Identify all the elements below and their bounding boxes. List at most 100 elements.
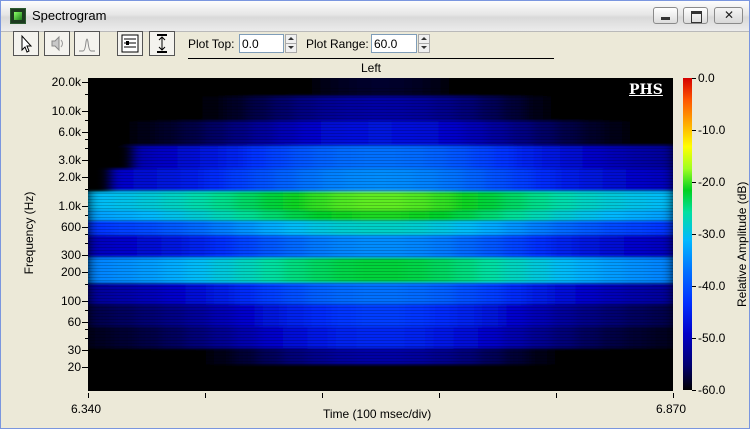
texture-streak — [88, 229, 673, 230]
texture-streak — [88, 220, 673, 221]
heatmap-cell — [624, 348, 650, 365]
heatmap-cell — [526, 348, 553, 365]
heatmap-cell — [88, 191, 114, 211]
heatmap-cell — [551, 348, 577, 365]
texture-streak — [88, 187, 673, 188]
channel-divider — [188, 58, 554, 59]
texture-streak — [88, 91, 673, 92]
plot-range-label: Plot Range: — [306, 37, 369, 51]
texture-streak — [88, 181, 673, 182]
plot-top-input[interactable]: 0.0 — [239, 34, 284, 53]
texture-streak — [88, 112, 673, 113]
texture-streak — [88, 316, 673, 317]
texture-streak — [88, 340, 673, 341]
texture-streak — [88, 292, 673, 293]
speaker-tool-button[interactable] — [44, 31, 70, 56]
y-tick-label: 30 — [67, 343, 81, 358]
app-icon — [10, 8, 26, 24]
spectrogram-plot[interactable] — [88, 78, 673, 391]
texture-streak — [88, 103, 673, 104]
heatmap-cell — [478, 257, 504, 283]
display-settings-button[interactable] — [117, 31, 143, 56]
texture-streak — [88, 226, 673, 227]
spin-up-icon[interactable] — [286, 35, 296, 44]
y-tick-label: 10.0k — [51, 103, 81, 118]
heatmap-cell — [551, 282, 577, 305]
texture-streak — [88, 358, 673, 359]
texture-streak — [88, 166, 673, 167]
maximize-button[interactable] — [683, 7, 708, 24]
texture-streak — [88, 265, 673, 266]
title-bar[interactable]: Spectrogram — [1, 1, 749, 32]
channel-label: Left — [361, 61, 382, 75]
color-tick-label: -60.0 — [698, 383, 726, 397]
vertical-range-button[interactable] — [149, 31, 175, 56]
pointer-tool-button[interactable] — [13, 31, 39, 56]
texture-streak — [88, 124, 673, 125]
y-tick-label: 100 — [60, 293, 81, 308]
heatmap-cell — [242, 78, 262, 97]
plot-top-spinner[interactable] — [285, 34, 297, 53]
heatmap-cell — [331, 191, 358, 211]
spin-down-icon[interactable] — [419, 44, 429, 52]
heatmap-cell — [444, 78, 465, 97]
heatmap-cell — [161, 257, 187, 283]
spectrum-tool-button[interactable] — [74, 31, 100, 56]
heatmap-cell — [380, 191, 406, 211]
heatmap-cell — [575, 257, 601, 283]
heatmap-cell — [185, 282, 211, 305]
heatmap-cell — [575, 348, 601, 365]
x-tick-mark — [673, 393, 674, 398]
heatmap-cell — [136, 191, 163, 211]
heatmap-cell — [112, 348, 138, 365]
texture-streak — [88, 331, 673, 332]
x-tick-mark — [205, 393, 206, 398]
heatmap-cell — [426, 78, 446, 97]
texture-streak — [88, 295, 673, 296]
texture-streak — [88, 88, 673, 89]
heatmap-cell — [599, 282, 626, 305]
texture-streak — [88, 145, 673, 146]
heatmap-cell — [187, 78, 207, 97]
heatmap-cell — [453, 348, 479, 365]
spin-down-icon[interactable] — [286, 44, 296, 52]
y-tick-label: 2.0k — [58, 170, 81, 184]
texture-streak — [88, 244, 673, 245]
close-button[interactable] — [714, 7, 743, 24]
heatmap-cell — [209, 191, 236, 211]
heatmap-cell — [408, 78, 428, 97]
texture-streak — [88, 325, 673, 326]
plot-top-label: Plot Top: — [188, 37, 235, 51]
texture-streak — [88, 139, 673, 140]
heatmap-cell — [453, 191, 479, 211]
plot-range-spinner[interactable] — [418, 34, 430, 53]
color-tick-label: -10.0 — [698, 123, 726, 137]
color-tick-mark — [692, 286, 696, 287]
heatmap-cell — [526, 257, 553, 283]
texture-streak — [88, 106, 673, 107]
speaker-icon — [51, 35, 63, 52]
minimize-button[interactable] — [653, 7, 678, 24]
heatmap-cell — [502, 282, 528, 305]
color-tick-mark — [692, 130, 696, 131]
texture-streak — [88, 268, 673, 269]
minimize-icon — [654, 8, 677, 23]
texture-streak — [88, 349, 673, 350]
heatmap-cell — [648, 257, 673, 283]
heatmap-cell — [536, 78, 557, 97]
texture-streak — [88, 328, 673, 329]
y-tick-label: 1.0k — [58, 198, 81, 213]
heatmap-cell — [356, 348, 382, 365]
texture-streak — [88, 214, 673, 215]
color-tick-mark — [692, 234, 696, 235]
heatmap-cell — [283, 257, 309, 283]
texture-streak — [88, 157, 673, 158]
texture-streak — [88, 163, 673, 164]
texture-streak — [88, 310, 673, 311]
spin-up-icon[interactable] — [419, 35, 429, 44]
texture-streak — [88, 223, 673, 224]
heatmap-cell — [429, 191, 455, 211]
heatmap-cell — [404, 282, 431, 305]
plot-range-input[interactable]: 60.0 — [371, 34, 417, 53]
texture-streak — [88, 133, 673, 134]
